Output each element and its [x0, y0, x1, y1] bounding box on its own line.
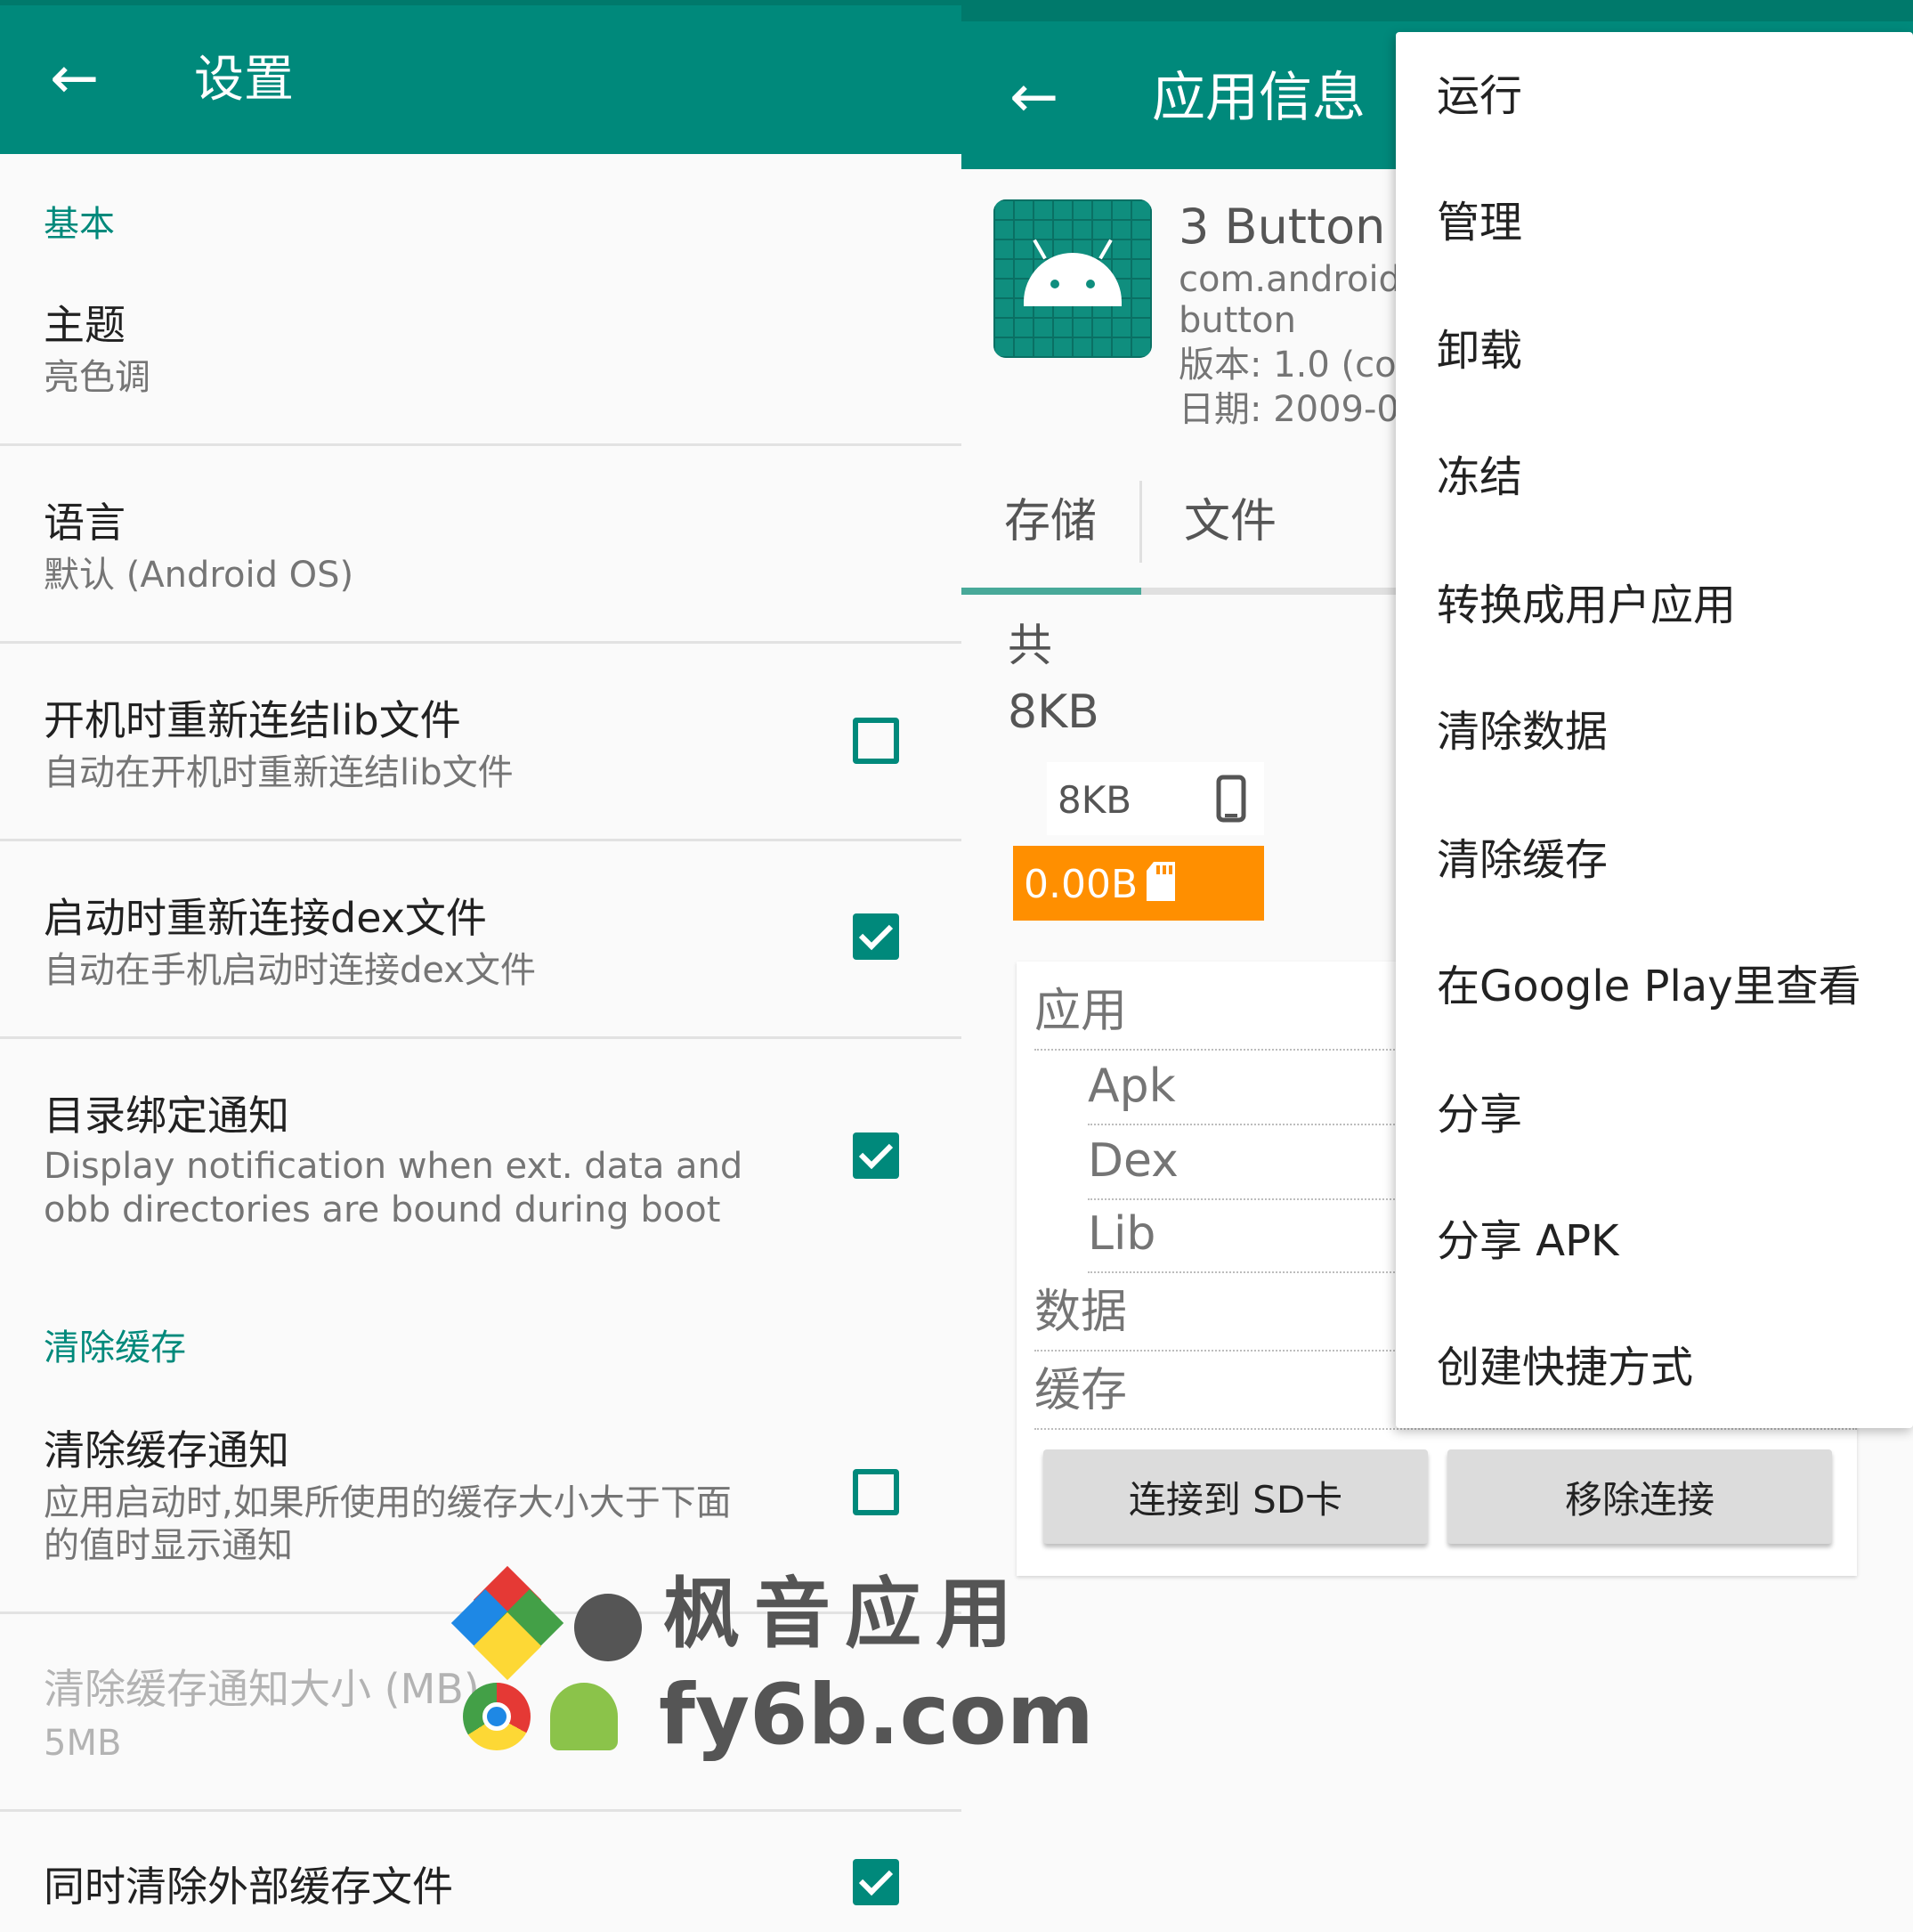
section-header-basic: 基本: [44, 204, 115, 245]
pref-language[interactable]: 语言 默认 (Android OS): [0, 491, 961, 643]
tab-separator: [1139, 481, 1142, 563]
overflow-menu: 运行 管理 卸载 冻结 转换成用户应用 清除数据 清除缓存 在Google Pl…: [1396, 32, 1913, 1428]
phone-icon: [1216, 775, 1246, 823]
link-sd-button[interactable]: 连接到 SD卡: [1043, 1449, 1428, 1544]
storage-row-label: Dex: [1088, 1138, 1182, 1184]
watermark-text-cn: 枫音应用: [663, 1570, 1026, 1659]
pref-relink-lib[interactable]: 开机时重新连结lib文件 自动在开机时重新连结lib文件: [0, 689, 961, 840]
pref-dir-bind-notify[interactable]: 目录绑定通知 Display notification when ext. da…: [0, 1084, 961, 1245]
app-version: 版本: 1.0 (cod: [1179, 345, 1419, 386]
pref-title: 清除缓存通知大小 (MB): [44, 1665, 480, 1713]
pref-title: 清除缓存通知: [44, 1426, 289, 1474]
divider: [0, 641, 961, 644]
divider: [0, 1036, 961, 1039]
back-arrow-icon[interactable]: ←: [50, 49, 99, 108]
menu-item-convert-user-app[interactable]: 转换成用户应用: [1437, 584, 1736, 627]
pref-summary: 5MB: [44, 1723, 122, 1764]
menu-item-run[interactable]: 运行: [1437, 75, 1522, 118]
pref-summary-line1: Display notification when ext. data and: [44, 1146, 743, 1187]
apple-logo-icon: [574, 1594, 642, 1661]
clear-cache-notify-checkbox[interactable]: [853, 1469, 899, 1515]
page-title: 应用信息: [1152, 67, 1366, 129]
menu-item-clear-data[interactable]: 清除数据: [1437, 710, 1608, 753]
pref-summary: 自动在手机启动时连接dex文件: [44, 950, 536, 991]
pref-title: 同时清除外部缓存文件: [44, 1863, 453, 1911]
pref-summary: 自动在开机时重新连结lib文件: [44, 752, 514, 793]
pref-title: 语言: [44, 499, 126, 547]
pref-relink-dex[interactable]: 启动时重新连接dex文件 自动在手机启动时连接dex文件: [0, 887, 961, 1038]
page-title: 设置: [194, 51, 294, 109]
sd-storage-chip: 0.00B: [1013, 846, 1264, 921]
pref-title: 主题: [44, 301, 126, 349]
package-name-line1: com.android.i: [1179, 259, 1423, 300]
menu-item-create-shortcut[interactable]: 创建快捷方式: [1437, 1346, 1693, 1389]
pref-title: 目录绑定通知: [44, 1092, 289, 1140]
storage-row-label: Apk: [1088, 1063, 1179, 1109]
menu-item-manage[interactable]: 管理: [1437, 201, 1522, 244]
status-bar: [0, 0, 961, 5]
status-bar: [961, 0, 1913, 21]
pref-title: 启动时重新连接dex文件: [44, 894, 487, 942]
android-logo-icon: [550, 1683, 618, 1750]
dir-bind-notify-checkbox[interactable]: [853, 1132, 899, 1179]
android-app-icon: [993, 199, 1152, 358]
menu-item-view-google-play[interactable]: 在Google Play里查看: [1437, 965, 1861, 1008]
app-name: 3 Button I: [1179, 199, 1415, 255]
pref-summary-line2: obb directories are bound during boot: [44, 1189, 721, 1230]
divider: [0, 443, 961, 446]
clear-external-cache-checkbox[interactable]: [853, 1859, 899, 1905]
divider: [0, 839, 961, 841]
settings-app-bar: ← 设置: [0, 0, 961, 154]
pref-theme[interactable]: 主题 亮色调: [0, 294, 961, 445]
pref-summary: 亮色调: [44, 357, 150, 398]
sd-card-icon: [1147, 862, 1175, 901]
storage-row-label: 数据: [1034, 1289, 1131, 1335]
app-date: 日期: 2009-01: [1179, 389, 1423, 430]
package-name-line2: button: [1179, 300, 1296, 341]
divider: [0, 1809, 961, 1812]
chrome-logo-icon: [463, 1683, 531, 1750]
storage-row-label: Lib: [1088, 1211, 1160, 1257]
sd-storage-value: 0.00B: [1024, 862, 1139, 907]
storage-row-label: 应用: [1034, 988, 1131, 1035]
internal-storage-chip: 8KB: [1047, 762, 1264, 835]
pref-summary: 默认 (Android OS): [44, 555, 354, 596]
relink-lib-checkbox[interactable]: [853, 718, 899, 764]
storage-total-value: 8KB: [1008, 686, 1099, 739]
internal-storage-value: 8KB: [1058, 778, 1132, 822]
back-arrow-icon[interactable]: ←: [1009, 68, 1058, 126]
storage-row-label: 缓存: [1034, 1368, 1131, 1414]
pref-summary-line2: 的值时显示通知: [44, 1525, 293, 1566]
watermark-text-url: fy6b.com: [659, 1667, 1094, 1764]
relink-dex-checkbox[interactable]: [853, 913, 899, 960]
pref-clear-external-cache[interactable]: 同时清除外部缓存文件: [0, 1861, 961, 1932]
menu-item-clear-cache[interactable]: 清除缓存: [1437, 839, 1608, 881]
tab-storage[interactable]: 存储: [1004, 499, 1097, 545]
menu-item-uninstall[interactable]: 卸载: [1437, 329, 1522, 372]
tab-indicator: [961, 588, 1141, 595]
section-header-clear-cache: 清除缓存: [44, 1327, 186, 1368]
menu-item-freeze[interactable]: 冻结: [1437, 456, 1522, 499]
tab-files[interactable]: 文件: [1184, 499, 1277, 545]
unlink-button[interactable]: 移除连接: [1447, 1449, 1832, 1544]
storage-total-label: 共: [1008, 620, 1052, 671]
pref-title: 开机时重新连结lib文件: [44, 696, 461, 744]
pref-summary-line1: 应用启动时,如果所使用的缓存大小大于下面: [44, 1482, 732, 1523]
menu-item-share[interactable]: 分享: [1437, 1093, 1522, 1136]
menu-item-share-apk[interactable]: 分享 APK: [1437, 1220, 1619, 1262]
